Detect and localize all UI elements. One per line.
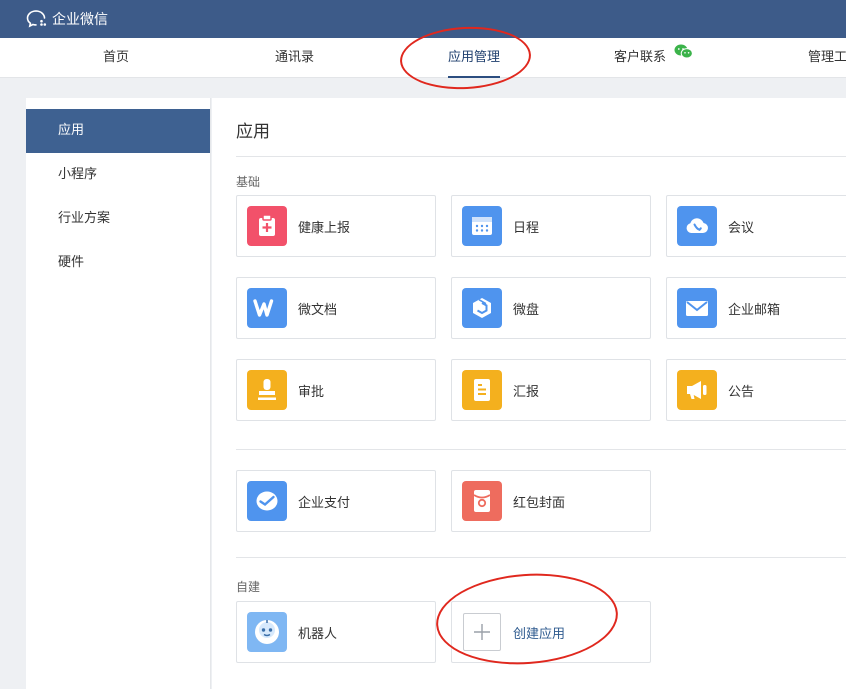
main-panel: 应用 基础 健康上报 日程 会议 微文档 微盘 企业邮箱 审批 汇报 公告 企业… xyxy=(212,98,846,689)
meeting-icon xyxy=(677,206,717,246)
sidebar-item-industry-solutions[interactable]: 行业方案 xyxy=(26,197,210,241)
nav-app-management[interactable]: 应用管理 xyxy=(448,38,501,78)
calendar-icon xyxy=(462,206,502,246)
app-label: 红包封面 xyxy=(513,495,566,511)
drive-icon xyxy=(462,288,502,328)
app-card-report[interactable]: 汇报 xyxy=(451,359,651,421)
brand[interactable]: 企业微信 xyxy=(26,9,108,29)
plus-icon xyxy=(462,612,502,652)
app-card-approval[interactable]: 审批 xyxy=(236,359,436,421)
top-bar: 企业微信 xyxy=(0,0,846,38)
robot-icon xyxy=(247,612,287,652)
section-label-basic: 基础 xyxy=(236,175,261,189)
divider xyxy=(236,449,846,450)
app-card-red-packet[interactable]: 红包封面 xyxy=(451,470,651,532)
sidebar: 应用 小程序 行业方案 硬件 xyxy=(26,98,211,689)
red-packet-icon xyxy=(462,481,502,521)
sidebar-item-hardware[interactable]: 硬件 xyxy=(26,241,210,285)
app-card-announcement[interactable]: 公告 xyxy=(666,359,846,421)
app-label: 机器人 xyxy=(298,626,338,642)
create-app-button[interactable]: 创建应用 xyxy=(451,601,651,663)
app-card-drive[interactable]: 微盘 xyxy=(451,277,651,339)
announcement-icon xyxy=(677,370,717,410)
mail-icon xyxy=(677,288,717,328)
app-label: 健康上报 xyxy=(298,220,351,236)
app-title: 企业微信 xyxy=(52,12,108,28)
payment-icon xyxy=(247,481,287,521)
app-label: 公告 xyxy=(728,384,755,400)
nav-contacts[interactable]: 通讯录 xyxy=(275,38,314,78)
app-card-meeting[interactable]: 会议 xyxy=(666,195,846,257)
app-card-document[interactable]: 微文档 xyxy=(236,277,436,339)
divider xyxy=(236,156,846,157)
health-report-icon xyxy=(247,206,287,246)
main-nav: 首页 通讯录 应用管理 客户联系 管理工 xyxy=(0,38,846,78)
app-card-calendar[interactable]: 日程 xyxy=(451,195,651,257)
app-label: 企业支付 xyxy=(298,495,351,511)
app-label: 微文档 xyxy=(298,302,338,318)
report-icon xyxy=(462,370,502,410)
approval-icon xyxy=(247,370,287,410)
app-label: 审批 xyxy=(298,384,325,400)
app-label: 企业邮箱 xyxy=(728,302,781,318)
nav-customer-label: 客户联系 xyxy=(614,50,667,65)
wecom-logo-icon xyxy=(26,9,48,29)
app-card-payment[interactable]: 企业支付 xyxy=(236,470,436,532)
app-label: 微盘 xyxy=(513,302,540,318)
app-card-robot[interactable]: 机器人 xyxy=(236,601,436,663)
nav-management-tools[interactable]: 管理工 xyxy=(808,38,846,78)
app-label: 日程 xyxy=(513,220,540,236)
page-title: 应用 xyxy=(236,122,270,142)
nav-customer-contact[interactable]: 客户联系 xyxy=(614,38,693,78)
document-icon xyxy=(247,288,287,328)
divider xyxy=(236,557,846,558)
app-card-health-report[interactable]: 健康上报 xyxy=(236,195,436,257)
wechat-icon xyxy=(674,36,693,76)
nav-home[interactable]: 首页 xyxy=(103,38,129,78)
create-app-label: 创建应用 xyxy=(513,626,566,642)
sidebar-item-apps[interactable]: 应用 xyxy=(26,109,210,153)
app-label: 会议 xyxy=(728,220,755,236)
app-card-mail[interactable]: 企业邮箱 xyxy=(666,277,846,339)
sidebar-item-mini-programs[interactable]: 小程序 xyxy=(26,153,210,197)
app-label: 汇报 xyxy=(513,384,540,400)
section-label-custom: 自建 xyxy=(236,580,261,594)
